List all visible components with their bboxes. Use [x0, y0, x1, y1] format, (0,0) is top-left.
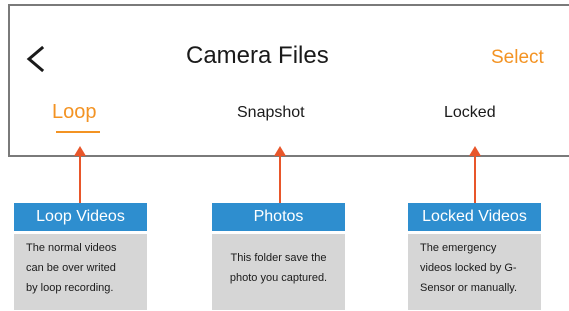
callout-locked-videos: Locked Videos The emergency videos locke… — [408, 203, 541, 311]
back-button[interactable] — [24, 41, 46, 77]
callout-description: This folder save the photo you captured. — [212, 234, 345, 310]
callout-loop-videos: Loop Videos The normal videos can be ove… — [14, 203, 147, 311]
select-button[interactable]: Select — [491, 47, 544, 69]
tab-loop[interactable]: Loop — [52, 101, 97, 124]
callout-heading: Photos — [212, 203, 345, 231]
snapshot-pointer-arrow — [274, 146, 286, 204]
callout-description: The emergency videos locked by G- Sensor… — [408, 234, 541, 310]
callout-photos: Photos This folder save the photo you ca… — [212, 203, 345, 311]
active-tab-indicator — [56, 131, 100, 133]
callout-heading: Locked Videos — [408, 203, 541, 231]
page-title: Camera Files — [186, 42, 329, 69]
tab-locked[interactable]: Locked — [444, 104, 496, 122]
chevron-left-icon — [26, 45, 45, 73]
callout-description: The normal videos can be over writed by … — [14, 234, 147, 310]
callout-heading: Loop Videos — [14, 203, 147, 231]
locked-pointer-arrow — [469, 146, 481, 204]
loop-pointer-arrow — [74, 146, 86, 204]
app-screen-frame — [8, 4, 569, 157]
tab-snapshot[interactable]: Snapshot — [237, 104, 305, 122]
